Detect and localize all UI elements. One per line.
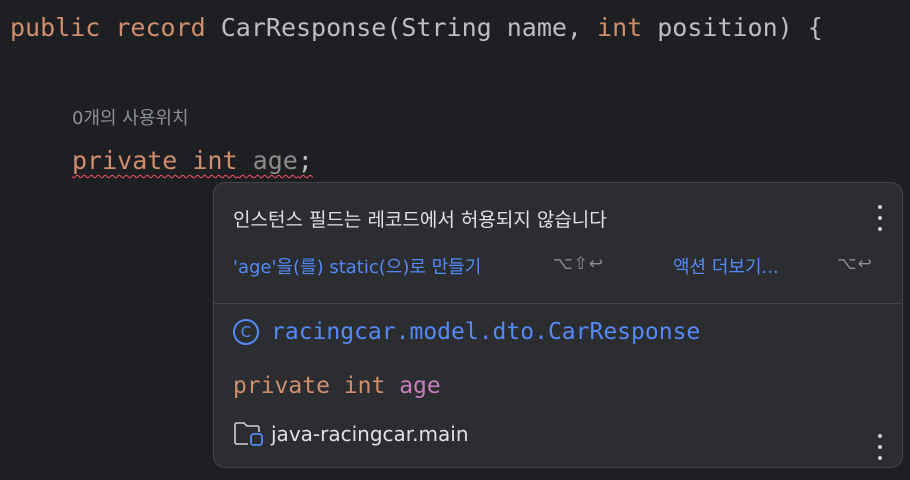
- record-signature: CarResponse(String name,: [220, 13, 598, 42]
- code-editor[interactable]: public record CarResponse(String name, i…: [0, 0, 910, 480]
- code-line-record-declaration[interactable]: public record CarResponse(String name, i…: [10, 13, 823, 43]
- decl-keyword-private: private: [233, 373, 330, 399]
- record-signature-rest: position) {: [642, 13, 823, 42]
- folder-icon: [234, 422, 263, 446]
- usages-inlay-hint[interactable]: 0개의 사용위치: [72, 104, 189, 130]
- class-icon: C: [233, 319, 259, 345]
- qualified-class-link[interactable]: racingcar.model.dto.CarResponse: [271, 319, 700, 345]
- decl-field-name: age: [399, 373, 441, 399]
- code-line-field-declaration[interactable]: private int age;: [72, 146, 313, 176]
- more-actions-shortcut: ⌥↩: [837, 254, 873, 274]
- field-declaration-preview: private int age: [233, 373, 441, 399]
- more-options-icon[interactable]: [876, 205, 884, 231]
- more-options-bottom-icon[interactable]: [876, 434, 884, 460]
- module-info: java-racingcar.main: [233, 420, 469, 448]
- more-actions-link[interactable]: 액션 더보기...: [673, 253, 779, 279]
- keyword-int: int: [192, 146, 238, 175]
- keyword-record: record: [115, 13, 206, 42]
- popup-divider: [214, 303, 902, 304]
- semicolon: ;: [297, 146, 313, 175]
- make-static-shortcut: ⌥⇧↩: [553, 254, 605, 274]
- keyword-public: public: [10, 13, 101, 42]
- keyword-int: int: [597, 13, 643, 42]
- error-message: 인스턴스 필드는 레코드에서 허용되지 않습니다: [233, 209, 607, 231]
- class-reference[interactable]: C racingcar.model.dto.CarResponse: [233, 317, 700, 347]
- make-static-action-link[interactable]: 'age'을(를) static(으)로 만들기: [233, 253, 533, 279]
- keyword-private: private: [72, 146, 178, 175]
- error-tooltip-popup: 인스턴스 필드는 레코드에서 허용되지 않습니다 'age'을(를) stati…: [213, 182, 903, 468]
- field-name: age: [252, 146, 298, 175]
- decl-keyword-int: int: [343, 373, 386, 399]
- quick-fix-row: 'age'을(를) static(으)로 만들기 ⌥⇧↩ 액션 더보기... ⌥…: [233, 253, 902, 281]
- module-name: java-racingcar.main: [271, 422, 469, 446]
